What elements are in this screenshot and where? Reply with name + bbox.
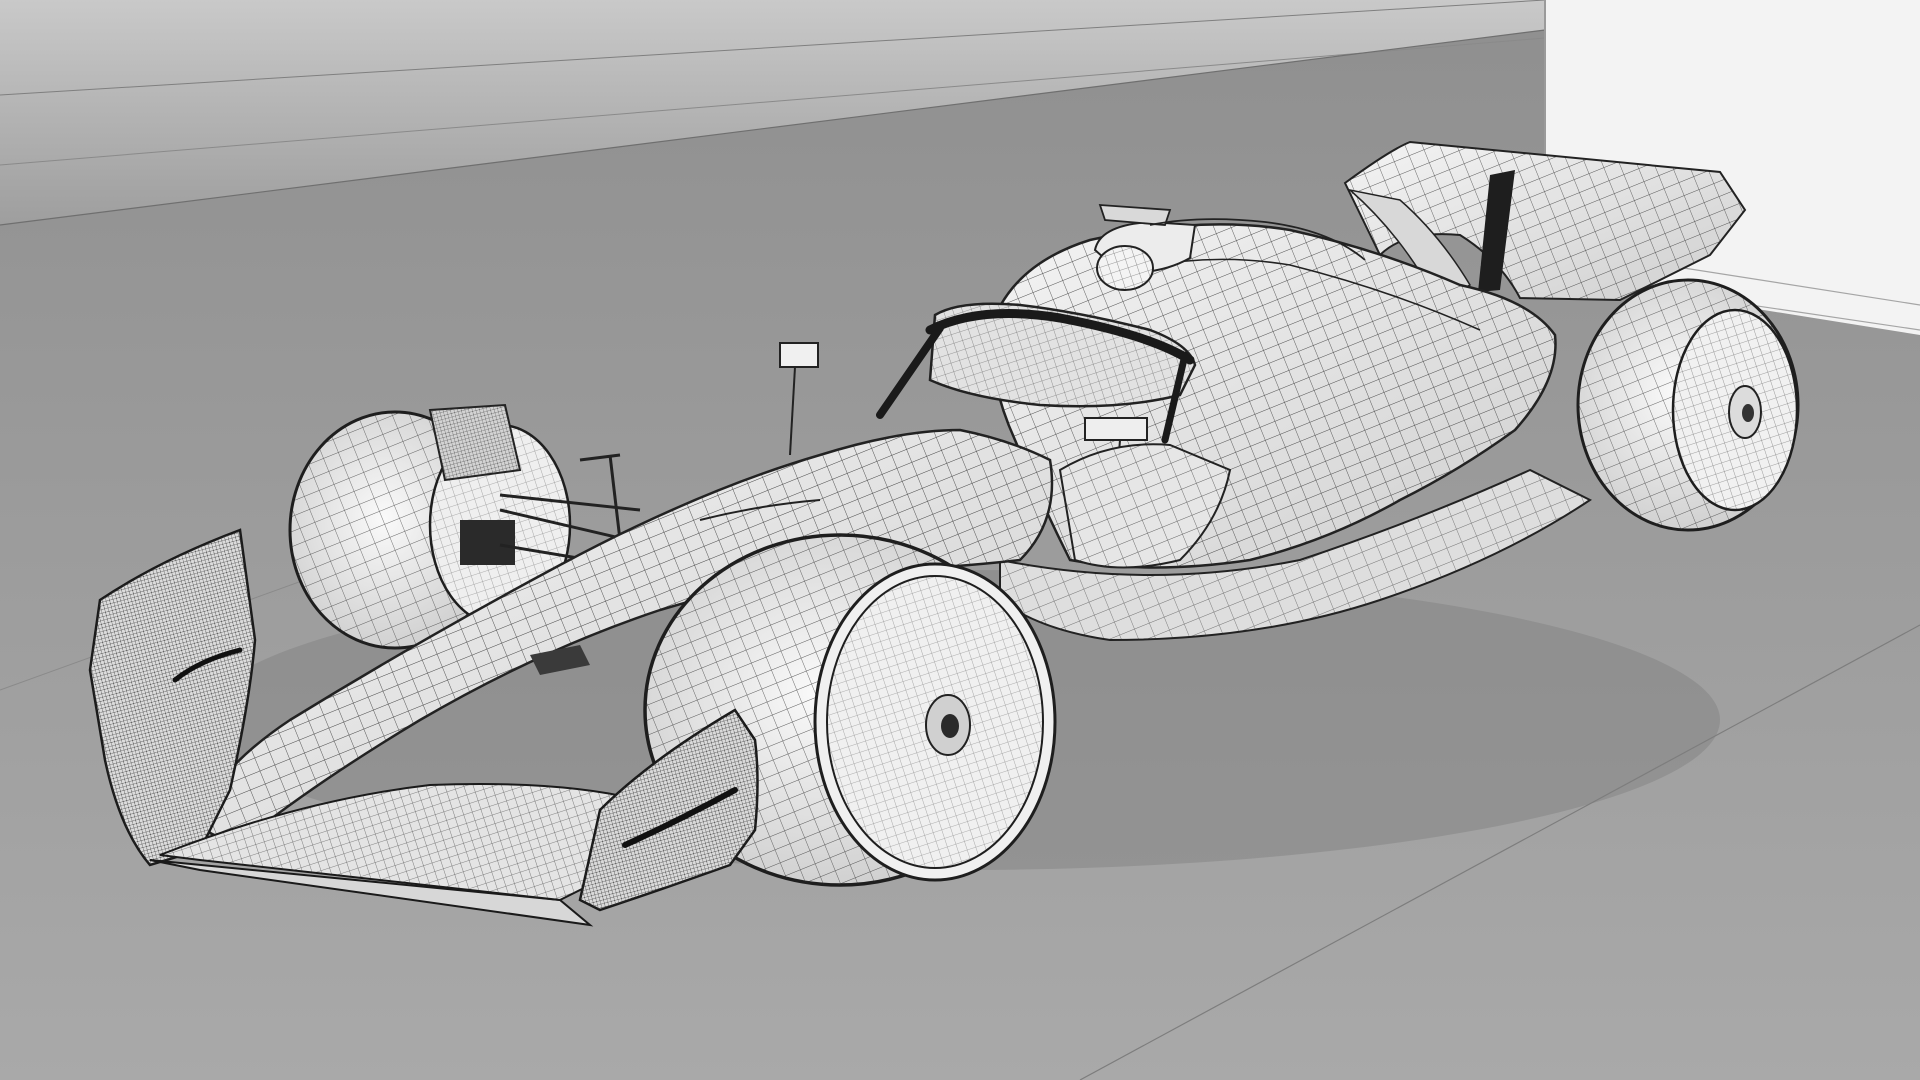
render-viewport (0, 0, 1920, 1080)
race-car-render (0, 0, 1920, 1080)
rear-right-tyre (1576, 278, 1800, 532)
